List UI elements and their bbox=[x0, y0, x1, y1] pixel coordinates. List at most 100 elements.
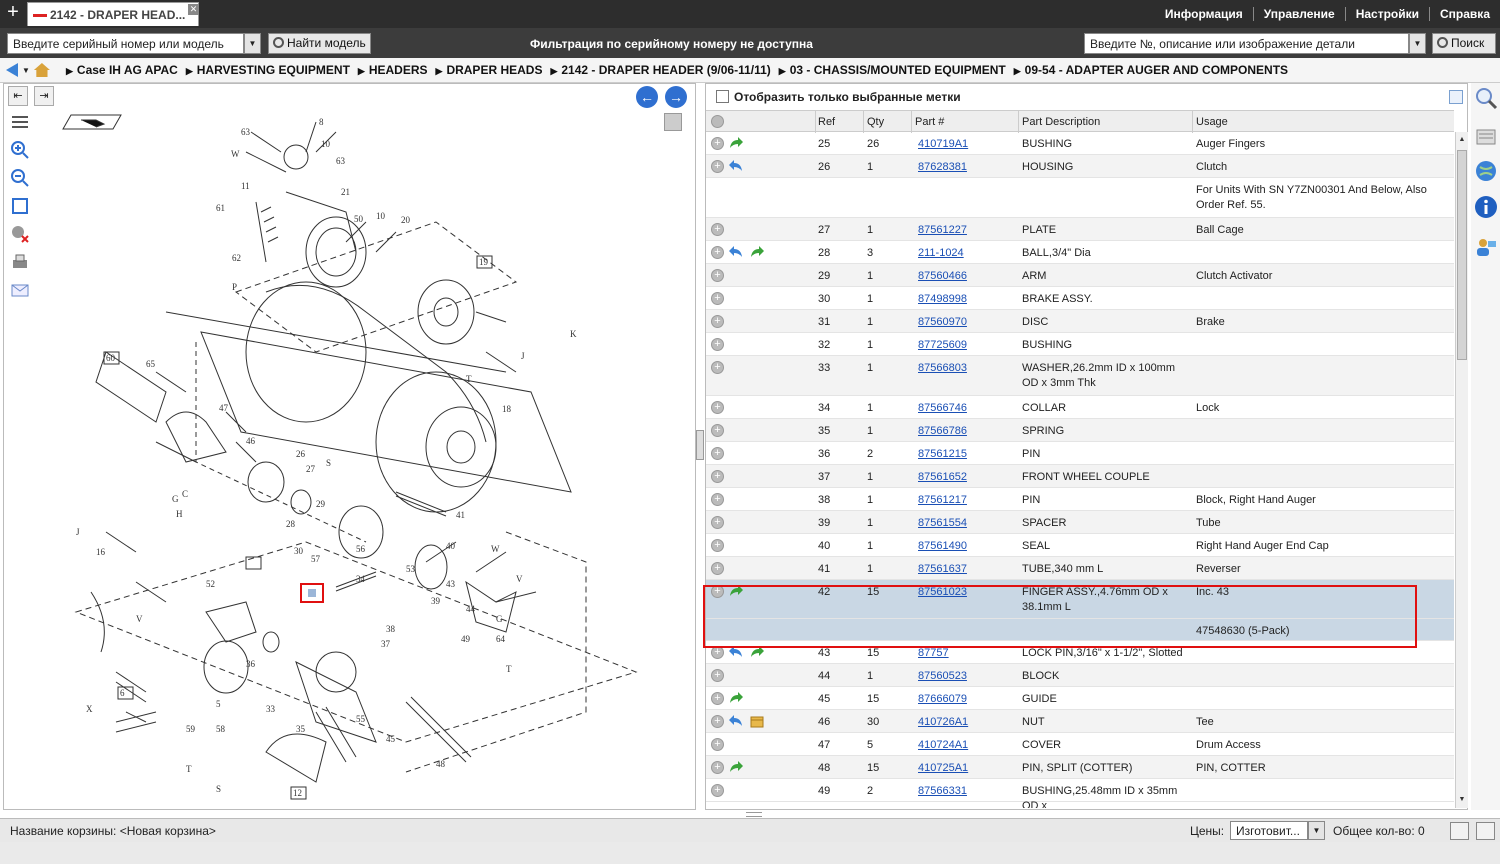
horizontal-splitter[interactable] bbox=[746, 812, 762, 817]
add-to-basket-icon[interactable]: + bbox=[711, 315, 724, 328]
exploded-parts-diagram[interactable]: 638W 106311 6162P 2150 10 201960 654746 1… bbox=[36, 112, 694, 807]
col-part[interactable]: Part # bbox=[915, 116, 944, 128]
table-row[interactable]: +27 1 87561227 PLATE Ball Cage bbox=[706, 218, 1454, 241]
next-diagram-button[interactable]: → bbox=[665, 86, 687, 108]
table-row[interactable]: +30 1 87498998 BRAKE ASSY. bbox=[706, 287, 1454, 310]
add-to-basket-icon[interactable]: + bbox=[711, 715, 724, 728]
table-row[interactable]: +45 15 87666079 GUIDE bbox=[706, 687, 1454, 710]
window-icon[interactable] bbox=[1476, 822, 1495, 840]
table-row[interactable]: +33 1 87566803 WASHER,26.2mm ID x 100mm OD … bbox=[706, 356, 1454, 396]
green-arrow-icon[interactable] bbox=[728, 760, 744, 774]
add-to-basket-icon[interactable]: + bbox=[711, 669, 724, 682]
cell-part-number[interactable]: 87566803 bbox=[918, 361, 1013, 376]
breadcrumb-item[interactable]: Case IH AG APAC bbox=[66, 63, 178, 77]
cell-part-number[interactable]: 87560466 bbox=[918, 269, 1013, 284]
breadcrumb-item[interactable]: 2142 - DRAPER HEADER (9/06-11/11) bbox=[550, 63, 770, 77]
table-row[interactable]: +36 2 87561215 PIN bbox=[706, 442, 1454, 465]
print-icon[interactable] bbox=[10, 252, 30, 272]
box-icon[interactable] bbox=[749, 714, 765, 728]
col-ref[interactable]: Ref bbox=[818, 116, 835, 128]
cell-part-number[interactable]: 87725609 bbox=[918, 338, 1013, 353]
email-icon[interactable] bbox=[10, 280, 30, 300]
table-row[interactable]: +46 30 410726A1 NUT Tee bbox=[706, 710, 1454, 733]
add-to-basket-icon[interactable]: + bbox=[711, 761, 724, 774]
history-dropdown-icon[interactable]: ▼ bbox=[22, 66, 30, 75]
add-to-basket-icon[interactable]: + bbox=[711, 470, 724, 483]
cell-part-number[interactable]: 410726A1 bbox=[918, 715, 1013, 730]
table-row[interactable]: +28 3 211-1024 BALL,3/4" Dia bbox=[706, 241, 1454, 264]
add-to-basket-icon[interactable]: + bbox=[711, 137, 724, 150]
cell-part-number[interactable]: 87566786 bbox=[918, 424, 1013, 439]
basket-value[interactable]: <Новая корзина> bbox=[120, 824, 216, 838]
cell-part-number[interactable]: 87561217 bbox=[918, 493, 1013, 508]
table-settings-icon[interactable] bbox=[1449, 90, 1463, 104]
nav-settings[interactable]: Настройки bbox=[1344, 7, 1429, 21]
cell-part-number[interactable]: 87628381 bbox=[918, 160, 1013, 175]
table-row[interactable]: +48 15 410725A1 PIN, SPLIT (COTTER) PIN, COT… bbox=[706, 756, 1454, 779]
breadcrumb-item[interactable]: HEADERS bbox=[358, 63, 428, 77]
panel-splitter[interactable] bbox=[696, 430, 704, 460]
part-search-input[interactable]: Введите №, описание или изображение дета… bbox=[1084, 33, 1409, 54]
scroll-down-icon[interactable]: ▼ bbox=[1457, 794, 1467, 806]
table-row[interactable]: +29 1 87560466 ARM Clutch Activator bbox=[706, 264, 1454, 287]
table-row[interactable]: +35 1 87566786 SPRING bbox=[706, 419, 1454, 442]
table-row[interactable]: +42 15 87561023 FINGER ASSY.,4.76mm OD x 38… bbox=[706, 580, 1454, 619]
add-to-basket-icon[interactable]: + bbox=[711, 269, 724, 282]
green-arrow-icon[interactable] bbox=[728, 136, 744, 150]
copy-icon[interactable] bbox=[1450, 822, 1469, 840]
prev-diagram-button[interactable]: ← bbox=[636, 86, 658, 108]
nav-management[interactable]: Управление bbox=[1252, 7, 1345, 21]
users-icon[interactable] bbox=[1474, 235, 1498, 259]
table-row[interactable]: +38 1 87561217 PIN Block, Right Hand Auger bbox=[706, 488, 1454, 511]
catalog-icon[interactable] bbox=[1474, 125, 1498, 149]
table-row[interactable]: +32 1 87725609 BUSHING bbox=[706, 333, 1454, 356]
cell-part-number[interactable]: 87560523 bbox=[918, 669, 1013, 684]
breadcrumb-item[interactable]: DRAPER HEADS bbox=[436, 63, 542, 77]
cell-part-number[interactable]: 87561652 bbox=[918, 470, 1013, 485]
cell-part-number[interactable]: 87561227 bbox=[918, 223, 1013, 238]
col-description[interactable]: Part Description bbox=[1022, 116, 1100, 128]
add-to-basket-icon[interactable]: + bbox=[711, 292, 724, 305]
add-to-basket-icon[interactable]: + bbox=[711, 246, 724, 259]
prices-dropdown-icon[interactable]: ▼ bbox=[1308, 821, 1325, 840]
zoom-out-icon[interactable] bbox=[10, 168, 30, 188]
collapse-left-icon[interactable]: ⇤ bbox=[8, 86, 28, 106]
home-icon[interactable] bbox=[33, 63, 50, 77]
cell-part-number[interactable]: 87757 bbox=[918, 646, 1013, 661]
expand-right-icon[interactable]: ⇥ bbox=[34, 86, 54, 106]
add-to-basket-icon[interactable]: + bbox=[711, 424, 724, 437]
green-arrow-icon[interactable] bbox=[728, 691, 744, 705]
add-to-basket-icon[interactable]: + bbox=[711, 361, 724, 374]
col-qty[interactable]: Qty bbox=[867, 116, 884, 128]
cell-part-number[interactable]: 410719A1 bbox=[918, 137, 1013, 152]
table-row[interactable]: +44 1 87560523 BLOCK bbox=[706, 664, 1454, 687]
cell-part-number[interactable]: 87561637 bbox=[918, 562, 1013, 577]
cell-part-number[interactable]: 87560970 bbox=[918, 315, 1013, 330]
add-to-basket-icon[interactable]: + bbox=[711, 493, 724, 506]
add-to-basket-icon[interactable]: + bbox=[711, 516, 724, 529]
scroll-up-icon[interactable]: ▲ bbox=[1457, 134, 1467, 146]
add-to-basket-icon[interactable]: + bbox=[711, 692, 724, 705]
cell-part-number[interactable]: 87498998 bbox=[918, 292, 1013, 307]
col-usage[interactable]: Usage bbox=[1196, 116, 1228, 128]
new-tab-button[interactable]: + bbox=[4, 2, 22, 23]
table-row[interactable]: +47 5 410724A1 COVER Drum Access bbox=[706, 733, 1454, 756]
serial-input[interactable]: Введите серийный номер или модель bbox=[7, 33, 244, 54]
blue-arrow-icon[interactable] bbox=[728, 714, 744, 728]
cell-part-number[interactable]: 410724A1 bbox=[918, 738, 1013, 753]
info-icon[interactable] bbox=[1474, 195, 1498, 219]
search-icon[interactable] bbox=[1474, 86, 1498, 110]
tab-draper-header[interactable]: 2142 - DRAPER HEAD... ✕ bbox=[27, 2, 199, 26]
clear-selection-icon[interactable] bbox=[10, 224, 30, 244]
show-selected-checkbox[interactable] bbox=[716, 90, 729, 103]
serial-dropdown-icon[interactable]: ▼ bbox=[244, 33, 261, 54]
table-row[interactable]: +39 1 87561554 SPACER Tube bbox=[706, 511, 1454, 534]
add-to-basket-icon[interactable]: + bbox=[711, 401, 724, 414]
cell-part-number[interactable]: 211-1024 bbox=[918, 246, 1013, 261]
green-arrow-icon[interactable] bbox=[749, 645, 765, 659]
cell-part-number[interactable]: 87666079 bbox=[918, 692, 1013, 707]
cell-part-number[interactable]: 410725A1 bbox=[918, 761, 1013, 776]
add-to-basket-icon[interactable]: + bbox=[711, 738, 724, 751]
add-to-basket-icon[interactable]: + bbox=[711, 223, 724, 236]
add-to-basket-icon[interactable]: + bbox=[711, 562, 724, 575]
